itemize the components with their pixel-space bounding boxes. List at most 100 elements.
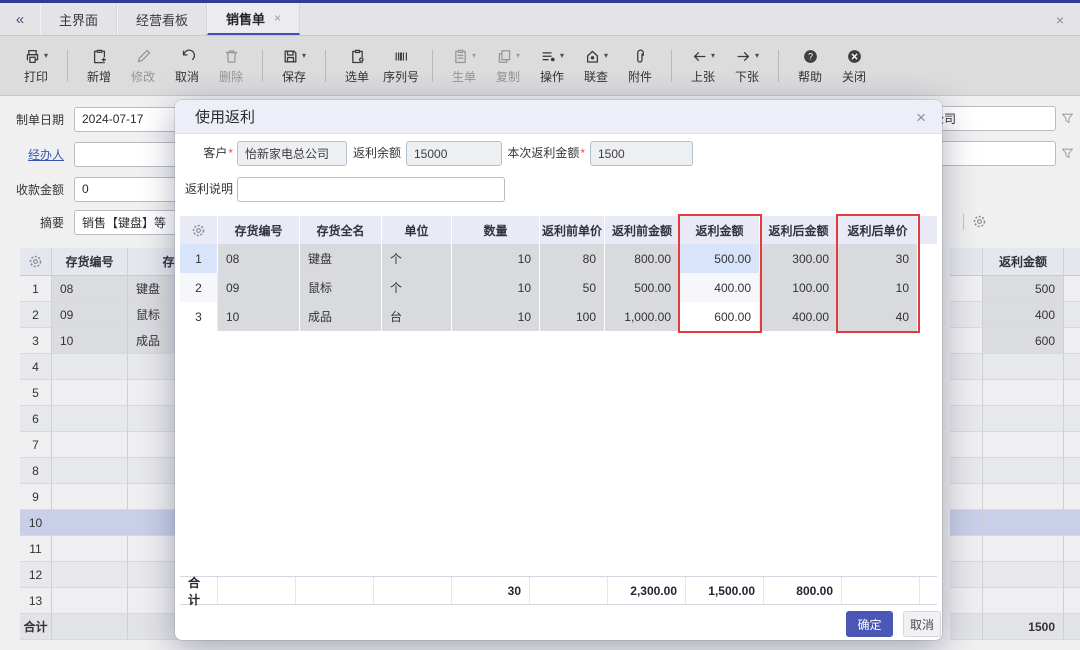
totals-cell	[374, 577, 452, 604]
dialog-header: 使用返利 ×	[175, 100, 942, 134]
agent-link-label[interactable]: 经办人	[6, 146, 74, 163]
toolbar-button-label: 修改	[131, 68, 155, 85]
toolbar-button-clipboard-gear[interactable]: 选单	[338, 46, 376, 85]
rebate-column-header[interactable]: 返利后金额	[760, 216, 838, 244]
customer-label: 客户*	[177, 141, 233, 166]
toolbar-button-label: 联查	[584, 68, 608, 85]
toolbar-button-label: 打印	[24, 68, 48, 85]
rebate-table-cell: 100.00	[760, 273, 838, 302]
rebate-column-header[interactable]: 存货编号	[218, 216, 300, 244]
rebate-table-cell: 键盘	[300, 244, 382, 273]
toolbar-button-label: 新增	[87, 68, 111, 85]
pencil-icon	[135, 48, 152, 65]
toolbar-button-label: 删除	[219, 68, 243, 85]
filter-funnel-icon[interactable]	[1060, 111, 1075, 126]
rebate-table-cell: 500.00	[605, 273, 680, 302]
rebate-table-cell: 个	[382, 244, 452, 273]
rebate-table-cell: 800.00	[605, 244, 680, 273]
grid-cell: 3	[20, 328, 52, 354]
cancel-button[interactable]: 取消	[903, 611, 941, 637]
grid-cell	[52, 432, 128, 458]
trash-icon	[223, 48, 240, 65]
rebate-table-cell[interactable]: 500.00	[680, 244, 760, 273]
rebate-table-cell: 80	[540, 244, 605, 273]
divider	[963, 214, 964, 230]
tab-sales-order[interactable]: 销售单 ×	[207, 3, 300, 35]
toolbar-button-barcode[interactable]: 序列号	[382, 46, 420, 85]
totals-cell	[530, 577, 608, 604]
rebate-column-header[interactable]: 返利后单价	[838, 216, 918, 244]
toolbar-button-linkquery[interactable]: ▾联查	[577, 46, 615, 85]
grid-cell	[983, 380, 1064, 406]
toolbar-button-paperclip[interactable]: 附件	[621, 46, 659, 85]
toolbar-button-arrow-left[interactable]: ▾上张	[684, 46, 722, 85]
sidebar-collapse-icon[interactable]: «	[0, 3, 40, 35]
grid-cell: 4	[20, 354, 52, 380]
toolbar-button-help-circle[interactable]: ?帮助	[791, 46, 829, 85]
dialog-close-icon[interactable]: ×	[916, 108, 926, 128]
grid-cell	[983, 458, 1064, 484]
grid-cell	[52, 536, 128, 562]
tab-dashboard[interactable]: 经营看板	[117, 3, 207, 35]
rebate-column-header[interactable]: 存货全名	[300, 216, 382, 244]
totals-cell: 2,300.00	[608, 577, 686, 604]
toolbar-button-list-gear[interactable]: ▾操作	[533, 46, 571, 85]
toolbar-button-label: 帮助	[798, 68, 822, 85]
rebate-column-header[interactable]: 返利前金额	[605, 216, 680, 244]
grid-settings-gear-icon[interactable]	[180, 216, 218, 244]
rebate-table-cell: 成品	[300, 302, 382, 331]
rebate-balance-input	[406, 141, 502, 166]
toolbar-button-label: 生单	[452, 68, 476, 85]
grid-cell	[52, 562, 128, 588]
rebate-table-cell: 鼠标	[300, 273, 382, 302]
rebate-column-header[interactable]: 返利金额	[680, 216, 760, 244]
totals-cell	[920, 577, 937, 604]
rebate-table-cell: 400.00	[760, 302, 838, 331]
grid-cell	[950, 484, 983, 510]
table-row	[950, 562, 1080, 588]
payment-label: 收款金额	[6, 181, 74, 198]
grid-cell	[983, 354, 1064, 380]
toolbar-button-undo[interactable]: 取消	[168, 46, 206, 85]
grid-settings-gear-icon[interactable]	[972, 214, 987, 229]
toolbar-button-arrow-right[interactable]: ▾下张	[728, 46, 766, 85]
rebate-table-totals-row: 合计302,300.001,500.00800.00	[180, 576, 937, 605]
grid-cell	[1064, 328, 1080, 354]
toolbar-button-save[interactable]: ▾保存	[275, 46, 313, 85]
grid-column-header[interactable]: 返利金额	[983, 248, 1064, 276]
required-asterisk: *	[228, 146, 233, 160]
tab-main[interactable]: 主界面	[40, 3, 117, 35]
toolbar-button-printer[interactable]: ▾ 打印	[17, 46, 55, 85]
rebate-table-cell[interactable]: 400.00	[680, 273, 760, 302]
tab-close-icon[interactable]: ×	[274, 11, 281, 25]
grid-column-header[interactable]: 存货编号	[52, 248, 128, 276]
rebate-note-input[interactable]	[237, 177, 505, 202]
rebate-table-cell[interactable]: 600.00	[680, 302, 760, 331]
grid-cell: 6	[20, 406, 52, 432]
toolbar-separator	[778, 50, 779, 82]
rebate-column-header[interactable]: 数量	[452, 216, 540, 244]
rebate-table-cell: 100	[540, 302, 605, 331]
rebate-table-row: 108键盘个1080800.00500.00300.0030	[180, 244, 937, 273]
tabbar-close-icon[interactable]: ×	[1046, 6, 1074, 34]
ok-button[interactable]: 确定	[846, 611, 893, 637]
rebate-table-cell: 1	[180, 244, 218, 273]
grid-cell	[950, 380, 983, 406]
rebate-column-header[interactable]: 单位	[382, 216, 452, 244]
toolbar-button-doc-add[interactable]: 新增	[80, 46, 118, 85]
filter-funnel-icon[interactable]	[1060, 146, 1075, 161]
grid-footer-row: 1500	[950, 614, 1080, 640]
grid-cell	[950, 458, 983, 484]
toolbar-button-close-circle[interactable]: 关闭	[835, 46, 873, 85]
grid-cell	[983, 432, 1064, 458]
grid-cell	[1064, 354, 1080, 380]
grid-cell	[52, 510, 128, 536]
toolbar-button-label: 选单	[345, 68, 369, 85]
chevron-down-icon: ▾	[44, 52, 48, 60]
grid-settings-gear-icon[interactable]	[20, 248, 52, 276]
rebate-table-cell	[918, 273, 937, 302]
table-row	[950, 458, 1080, 484]
grid-cell	[983, 406, 1064, 432]
rebate-column-header[interactable]: 返利前单价	[540, 216, 605, 244]
toolbar-button-label: 保存	[282, 68, 306, 85]
